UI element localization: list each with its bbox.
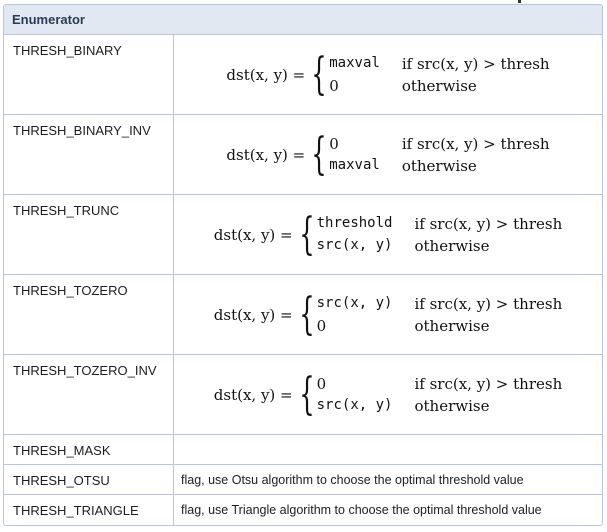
- left-brace-icon: {: [298, 368, 315, 420]
- enum-formula: dst(x, y) = { src(x, y) if src(x, y) > t…: [174, 275, 602, 354]
- table-row-thresh-otsu: THRESH_OTSU flag, use Otsu algorithm to …: [4, 465, 602, 495]
- case-condition: otherwise: [401, 76, 477, 95]
- formula-lhs: dst(x, y) =: [213, 385, 293, 404]
- table-row-thresh-tozero: THRESH_TOZERO dst(x, y) = { src(x, y) if…: [4, 275, 602, 355]
- left-brace-icon: {: [311, 128, 327, 180]
- case-condition: otherwise: [414, 396, 490, 415]
- case-value: 0: [329, 134, 339, 153]
- case-value: 0: [316, 374, 327, 393]
- formula-0: dst(x, y) = { maxval if src(x, y) > thre…: [174, 35, 602, 114]
- enum-name: THRESH_TRIANGLE: [4, 495, 174, 525]
- case-value: threshold: [316, 214, 393, 231]
- enum-name: THRESH_TOZERO: [4, 275, 174, 354]
- enum-description: flag, use Otsu algorithm to choose the o…: [181, 473, 524, 487]
- left-brace-icon: {: [311, 48, 327, 100]
- case-value: 0: [329, 76, 339, 95]
- enum-description: flag, use Triangle algorithm to choose t…: [181, 503, 542, 517]
- enum-name: THRESH_TRUNC: [4, 195, 174, 274]
- enum-formula: dst(x, y) = { 0 if src(x, y) > thresh ma…: [174, 115, 602, 194]
- formula-lhs: dst(x, y) =: [213, 305, 293, 324]
- enumerator-table: Enumerator THRESH_BINARY dst(x, y) = { m…: [3, 4, 603, 526]
- case-condition: otherwise: [401, 156, 477, 175]
- case-value: src(x, y): [316, 236, 393, 253]
- left-brace-icon: {: [298, 208, 315, 260]
- case-value: src(x, y): [316, 396, 393, 413]
- case-value: src(x, y): [316, 294, 393, 311]
- table-row-thresh-binary-inv: THRESH_BINARY_INV dst(x, y) = { 0 if src…: [4, 115, 602, 195]
- table-row-thresh-mask: THRESH_MASK: [4, 435, 602, 465]
- case-condition: otherwise: [414, 236, 490, 255]
- formula-lhs: dst(x, y) =: [226, 145, 306, 164]
- corner-mark: [518, 0, 521, 3]
- case-condition: if src(x, y) > thresh: [401, 54, 550, 73]
- table-row-thresh-triangle: THRESH_TRIANGLE flag, use Triangle algor…: [4, 495, 602, 525]
- table-row-thresh-trunc: THRESH_TRUNC dst(x, y) = { threshold if …: [4, 195, 602, 275]
- case-condition: if src(x, y) > thresh: [401, 134, 550, 153]
- formula-2: dst(x, y) = { threshold if src(x, y) > t…: [174, 195, 602, 274]
- case-condition: otherwise: [414, 316, 490, 335]
- enum-name: THRESH_MASK: [4, 435, 174, 464]
- formula-lhs: dst(x, y) =: [226, 65, 306, 84]
- formula-lhs: dst(x, y) =: [213, 225, 293, 244]
- formula-4: dst(x, y) = { 0 if src(x, y) > thresh sr…: [174, 355, 602, 434]
- enum-name: THRESH_BINARY: [4, 35, 174, 114]
- case-condition: if src(x, y) > thresh: [414, 214, 563, 233]
- table-header: Enumerator: [4, 5, 602, 35]
- enum-formula: dst(x, y) = { maxval if src(x, y) > thre…: [174, 35, 602, 114]
- case-condition: if src(x, y) > thresh: [414, 374, 563, 393]
- formula-1: dst(x, y) = { 0 if src(x, y) > thresh ma…: [174, 115, 602, 194]
- table-row-thresh-tozero-inv: THRESH_TOZERO_INV dst(x, y) = { 0 if src…: [4, 355, 602, 435]
- enum-name: THRESH_TOZERO_INV: [4, 355, 174, 434]
- header-title: Enumerator: [12, 12, 85, 27]
- left-brace-icon: {: [298, 288, 315, 340]
- enum-formula: dst(x, y) = { 0 if src(x, y) > thresh sr…: [174, 355, 602, 434]
- case-value: maxval: [329, 156, 380, 173]
- enum-name: THRESH_OTSU: [4, 465, 174, 494]
- case-value: maxval: [329, 54, 380, 71]
- enum-formula: dst(x, y) = { threshold if src(x, y) > t…: [174, 195, 602, 274]
- case-condition: if src(x, y) > thresh: [414, 294, 563, 313]
- enum-name: THRESH_BINARY_INV: [4, 115, 174, 194]
- enum-description: [174, 435, 602, 464]
- table-row-thresh-binary: THRESH_BINARY dst(x, y) = { maxval if sr…: [4, 35, 602, 115]
- formula-3: dst(x, y) = { src(x, y) if src(x, y) > t…: [174, 275, 602, 354]
- case-value: 0: [316, 316, 327, 335]
